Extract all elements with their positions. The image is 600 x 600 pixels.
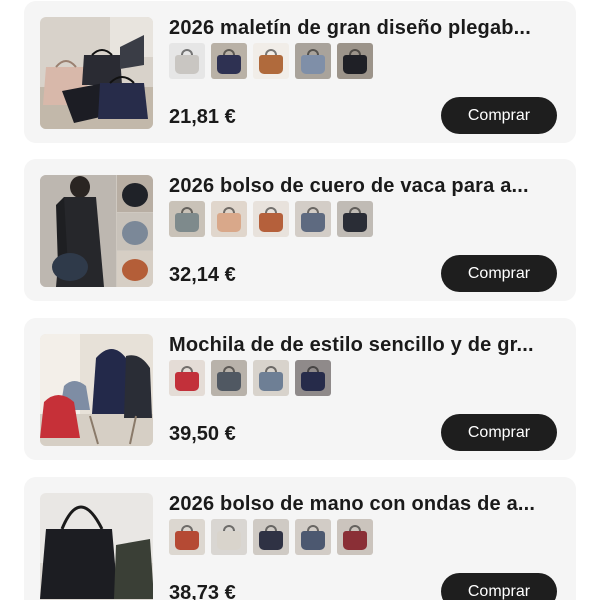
product-title[interactable]: Mochila de de estilo sencillo y de gr...	[169, 334, 561, 357]
product-title[interactable]: 2026 bolso de mano con ondas de a...	[169, 493, 561, 516]
variant-thumbnail[interactable]	[169, 519, 205, 555]
buy-button[interactable]: Comprar	[441, 97, 557, 134]
product-price: 39,50 €	[169, 423, 236, 445]
product-image[interactable]	[40, 334, 153, 446]
variant-thumbnails	[169, 201, 373, 237]
product-card[interactable]: 2026 bolso de mano con ondas de a... 38,…	[24, 477, 576, 600]
variant-thumbnails	[169, 43, 373, 79]
product-image[interactable]	[40, 493, 153, 600]
variant-thumbnail[interactable]	[169, 201, 205, 237]
product-image[interactable]	[40, 175, 153, 287]
product-image[interactable]	[40, 17, 153, 129]
variant-thumbnail[interactable]	[253, 201, 289, 237]
variant-thumbnail[interactable]	[253, 43, 289, 79]
product-card[interactable]: 2026 maletín de gran diseño plegab... 21…	[24, 1, 576, 143]
variant-thumbnail[interactable]	[169, 43, 205, 79]
variant-thumbnail[interactable]	[295, 201, 331, 237]
product-title[interactable]: 2026 maletín de gran diseño plegab...	[169, 17, 561, 40]
buy-button[interactable]: Comprar	[441, 414, 557, 451]
product-price: 21,81 €	[169, 106, 236, 128]
buy-button[interactable]: Comprar	[441, 255, 557, 292]
variant-thumbnail[interactable]	[337, 43, 373, 79]
variant-thumbnail[interactable]	[253, 519, 289, 555]
variant-thumbnails	[169, 360, 331, 396]
product-list: 2026 maletín de gran diseño plegab... 21…	[0, 0, 600, 600]
product-card[interactable]: 2026 bolso de cuero de vaca para a... 32…	[24, 159, 576, 301]
variant-thumbnail[interactable]	[211, 519, 247, 555]
variant-thumbnail[interactable]	[295, 519, 331, 555]
variant-thumbnails	[169, 519, 373, 555]
variant-thumbnail[interactable]	[211, 43, 247, 79]
product-price: 32,14 €	[169, 264, 236, 286]
variant-thumbnail[interactable]	[337, 201, 373, 237]
product-card[interactable]: Mochila de de estilo sencillo y de gr...…	[24, 318, 576, 460]
variant-thumbnail[interactable]	[169, 360, 205, 396]
product-price: 38,73 €	[169, 582, 236, 600]
variant-thumbnail[interactable]	[211, 360, 247, 396]
variant-thumbnail[interactable]	[211, 201, 247, 237]
product-title[interactable]: 2026 bolso de cuero de vaca para a...	[169, 175, 561, 198]
variant-thumbnail[interactable]	[337, 519, 373, 555]
variant-thumbnail[interactable]	[295, 360, 331, 396]
variant-thumbnail[interactable]	[295, 43, 331, 79]
variant-thumbnail[interactable]	[253, 360, 289, 396]
buy-button[interactable]: Comprar	[441, 573, 557, 600]
